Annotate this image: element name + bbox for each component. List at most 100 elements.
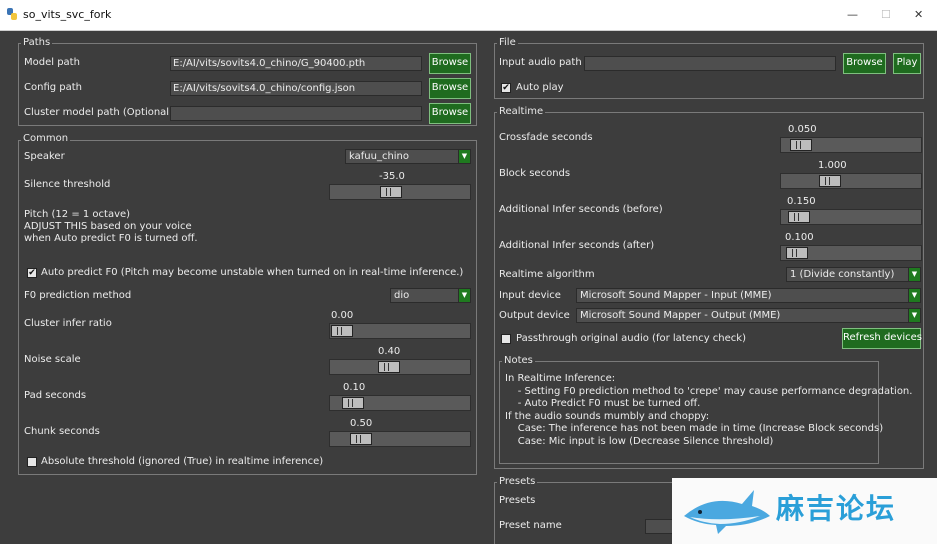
- speaker-select[interactable]: kafuu_chino ▼: [345, 149, 471, 164]
- shark-logo-icon: [684, 490, 770, 534]
- refresh-devices-button[interactable]: Refresh devices: [842, 328, 922, 349]
- silence-threshold-slider[interactable]: [329, 184, 471, 200]
- chunk-seconds-label: Chunk seconds: [24, 426, 100, 437]
- python-app-icon: [7, 8, 17, 20]
- chunk-seconds-slider[interactable]: [329, 431, 471, 447]
- noise-scale-slider[interactable]: [329, 359, 471, 375]
- audio-browse-button[interactable]: Browse: [843, 53, 886, 74]
- slider-handle[interactable]: [819, 175, 841, 187]
- presets-legend: Presets: [497, 476, 538, 487]
- absolute-threshold-label: Absolute threshold (ignored (True) in re…: [41, 456, 324, 467]
- silence-threshold-label: Silence threshold: [24, 179, 111, 190]
- auto-predict-f0-checkbox[interactable]: ✔: [27, 268, 37, 278]
- cluster-path-input[interactable]: [170, 106, 422, 121]
- notes-legend: Notes: [502, 355, 535, 366]
- presets-label: Presets: [499, 495, 536, 506]
- noise-scale-value: 0.40: [378, 346, 401, 357]
- chevron-down-icon: ▼: [458, 150, 470, 163]
- output-device-select[interactable]: Microsoft Sound Mapper - Output (MME) ▼: [576, 308, 921, 323]
- cluster-path-label: Cluster model path (Optional): [24, 107, 173, 118]
- config-browse-button[interactable]: Browse: [429, 78, 471, 99]
- watermark: 麻吉论坛: [672, 478, 937, 544]
- slider-handle[interactable]: [331, 325, 353, 337]
- realtime-algorithm-label: Realtime algorithm: [499, 269, 595, 280]
- speaker-label: Speaker: [24, 151, 65, 162]
- block-seconds-slider[interactable]: [780, 173, 922, 189]
- slider-handle[interactable]: [350, 433, 372, 445]
- chevron-down-icon: ▼: [908, 268, 920, 281]
- close-button[interactable]: ✕: [914, 8, 923, 21]
- crossfade-value: 0.050: [788, 124, 817, 135]
- paths-legend: Paths: [21, 37, 53, 48]
- pitch-label-line1: Pitch (12 = 1 octave): [24, 209, 131, 220]
- pad-seconds-value: 0.10: [343, 382, 366, 393]
- minimize-button[interactable]: —: [847, 8, 858, 21]
- block-seconds-label: Block seconds: [499, 168, 571, 179]
- crossfade-label: Crossfade seconds: [499, 132, 593, 143]
- f0-method-select[interactable]: dio ▼: [390, 288, 471, 303]
- passthrough-checkbox[interactable]: [501, 334, 511, 344]
- cluster-ratio-value: 0.00: [331, 310, 354, 321]
- input-device-select[interactable]: Microsoft Sound Mapper - Input (MME) ▼: [576, 288, 921, 303]
- speaker-value: kafuu_chino: [349, 151, 410, 162]
- block-seconds-value: 1.000: [818, 160, 847, 171]
- slider-handle[interactable]: [790, 139, 812, 151]
- crossfade-slider[interactable]: [780, 137, 922, 153]
- noise-scale-label: Noise scale: [24, 354, 81, 365]
- infer-before-slider[interactable]: [780, 209, 922, 225]
- chevron-down-icon: ▼: [458, 289, 470, 302]
- config-path-label: Config path: [24, 82, 82, 93]
- silence-threshold-value: -35.0: [379, 171, 405, 182]
- chevron-down-icon: ▼: [908, 309, 920, 322]
- model-path-label: Model path: [24, 57, 80, 68]
- infer-after-value: 0.100: [785, 232, 814, 243]
- absolute-threshold-checkbox[interactable]: [27, 457, 37, 467]
- f0-method-value: dio: [394, 290, 410, 301]
- preset-name-input[interactable]: [645, 519, 675, 534]
- slider-handle[interactable]: [788, 211, 810, 223]
- cluster-browse-button[interactable]: Browse: [429, 103, 471, 124]
- pad-seconds-label: Pad seconds: [24, 390, 87, 401]
- common-legend: Common: [21, 133, 71, 144]
- output-device-label: Output device: [499, 310, 570, 321]
- maximize-button[interactable]: ☐: [881, 8, 891, 21]
- pitch-label-line2: ADJUST THIS based on your voice: [24, 221, 192, 232]
- input-audio-input[interactable]: [584, 56, 836, 71]
- f0-method-label: F0 prediction method: [24, 290, 132, 301]
- notes-text: In Realtime Inference: - Setting F0 pred…: [505, 373, 913, 447]
- realtime-legend: Realtime: [497, 106, 546, 117]
- input-audio-label: Input audio path: [499, 57, 582, 68]
- slider-handle[interactable]: [342, 397, 364, 409]
- window-title: so_vits_svc_fork: [23, 8, 112, 21]
- infer-after-label: Additional Infer seconds (after): [499, 240, 655, 251]
- chunk-seconds-value: 0.50: [350, 418, 373, 429]
- title-bar: so_vits_svc_fork — ☐ ✕: [0, 0, 937, 31]
- pitch-label-line3: when Auto predict F0 is turned off.: [24, 233, 198, 244]
- slider-handle[interactable]: [786, 247, 808, 259]
- pad-seconds-slider[interactable]: [329, 395, 471, 411]
- infer-before-label: Additional Infer seconds (before): [499, 204, 663, 215]
- watermark-text: 麻吉论坛: [776, 492, 897, 525]
- config-path-input[interactable]: E:/AI/vits/sovits4.0_chino/config.json: [170, 81, 422, 96]
- input-device-label: Input device: [499, 290, 561, 301]
- play-button[interactable]: Play: [893, 53, 921, 74]
- chevron-down-icon: ▼: [908, 289, 920, 302]
- slider-handle[interactable]: [378, 361, 400, 373]
- passthrough-label: Passthrough original audio (for latency …: [516, 333, 746, 344]
- auto-play-label: Auto play: [516, 82, 564, 93]
- auto-play-checkbox[interactable]: ✔: [501, 83, 511, 93]
- preset-name-label: Preset name: [499, 520, 562, 531]
- model-browse-button[interactable]: Browse: [429, 53, 471, 74]
- slider-handle[interactable]: [380, 186, 402, 198]
- realtime-algorithm-select[interactable]: 1 (Divide constantly) ▼: [786, 267, 921, 282]
- infer-after-slider[interactable]: [780, 245, 922, 261]
- cluster-ratio-slider[interactable]: [329, 323, 471, 339]
- auto-predict-f0-label: Auto predict F0 (Pitch may become unstab…: [41, 267, 464, 278]
- input-device-value: Microsoft Sound Mapper - Input (MME): [580, 290, 772, 301]
- infer-before-value: 0.150: [787, 196, 816, 207]
- cluster-ratio-label: Cluster infer ratio: [24, 318, 112, 329]
- model-path-input[interactable]: E:/AI/vits/sovits4.0_chino/G_90400.pth: [170, 56, 422, 71]
- file-legend: File: [497, 37, 518, 48]
- output-device-value: Microsoft Sound Mapper - Output (MME): [580, 310, 781, 321]
- realtime-algorithm-value: 1 (Divide constantly): [790, 269, 895, 280]
